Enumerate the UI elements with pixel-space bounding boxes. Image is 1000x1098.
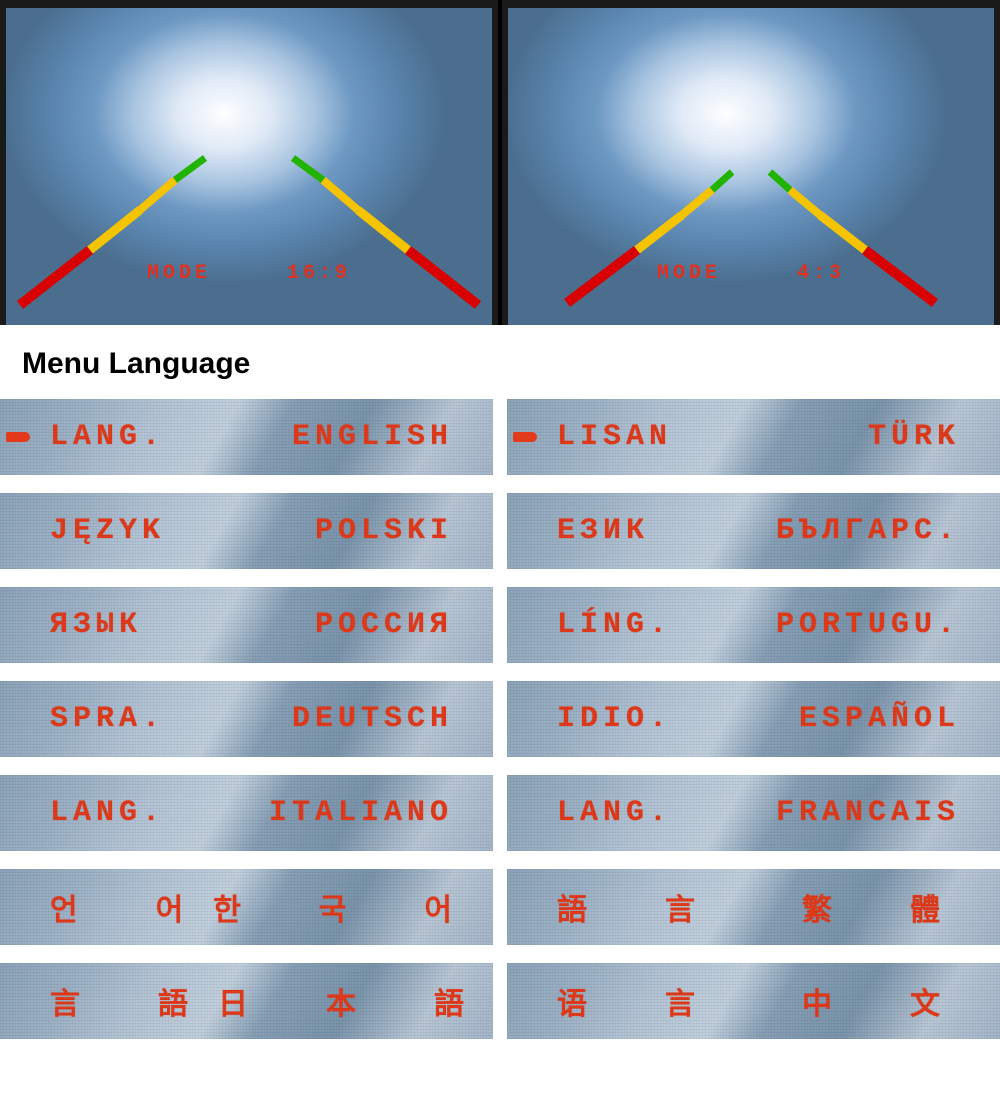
selection-indicator-icon (513, 432, 537, 442)
language-item[interactable]: SPRA. DEUTSCH (0, 681, 493, 757)
language-label: ЕЗИК (557, 514, 649, 548)
camera-screen-left: MODE 16:9 (0, 0, 498, 325)
language-value: FRANCAIS (776, 796, 960, 830)
language-item[interactable]: LÍNG. PORTUGU. (507, 587, 1000, 663)
language-item[interactable]: JĘZYK POLSKI (0, 493, 493, 569)
language-item[interactable]: 語 言繁 體 (507, 869, 1000, 945)
camera-screens-row: MODE 16:9 MODE 4:3 (0, 0, 1000, 325)
language-value: ESPAÑOL (799, 702, 960, 736)
language-item[interactable]: LANG. FRANCAIS (507, 775, 1000, 851)
language-item[interactable]: IDIO. ESPAÑOL (507, 681, 1000, 757)
language-value: 繁 體 (802, 885, 970, 930)
language-value: 中 文 (802, 979, 970, 1024)
language-value: 日 本 語 (218, 979, 493, 1024)
language-item[interactable]: ЯЗЫК РОССИЯ (0, 587, 493, 663)
osd-mode-left: MODE 16:9 (0, 262, 498, 285)
language-label: 語 言 (557, 885, 725, 930)
language-label: SPRA. (50, 702, 165, 736)
language-label: LÍNG. (557, 608, 672, 642)
language-value: PORTUGU. (776, 608, 960, 642)
language-grid: LANG. ENGLISH LISAN TÜRK JĘZYK POLSKI ЕЗИК БЪЛГ… (0, 399, 1000, 1039)
language-label: LANG. (557, 796, 672, 830)
aspect-ratio: 16:9 (287, 262, 351, 285)
language-item[interactable]: LANG. ITALIANO (0, 775, 493, 851)
language-label: LANG. (50, 420, 165, 454)
language-item[interactable]: 言 語日 本 語 (0, 963, 493, 1039)
language-value: POLSKI (315, 514, 453, 548)
language-label: LANG. (50, 796, 165, 830)
selection-indicator-icon (6, 432, 30, 442)
language-label: 언 어 (50, 885, 213, 930)
language-value: БЪЛГАРС. (776, 514, 960, 548)
language-label: 言 語 (50, 979, 218, 1024)
language-label: 语 言 (557, 979, 725, 1024)
language-item[interactable]: LANG. ENGLISH (0, 399, 493, 475)
language-item[interactable]: 语 言中 文 (507, 963, 1000, 1039)
language-value: DEUTSCH (292, 702, 453, 736)
camera-screen-right: MODE 4:3 (502, 0, 1000, 325)
mode-label: MODE (147, 262, 211, 285)
language-value: ITALIANO (269, 796, 453, 830)
osd-mode-right: MODE 4:3 (502, 262, 1000, 285)
language-value: 한 국 어 (213, 885, 482, 930)
mode-label: MODE (657, 262, 721, 285)
language-label: LISAN (557, 420, 672, 454)
language-label: JĘZYK (50, 514, 165, 548)
language-value: TÜRK (868, 420, 960, 454)
section-heading: Menu Language (0, 325, 1000, 399)
language-value: РОССИЯ (315, 608, 453, 642)
aspect-ratio: 4:3 (797, 262, 845, 285)
language-item[interactable]: 언 어한 국 어 (0, 869, 493, 945)
language-item[interactable]: ЕЗИК БЪЛГАРС. (507, 493, 1000, 569)
language-value: ENGLISH (292, 420, 453, 454)
language-label: ЯЗЫК (50, 608, 142, 642)
language-label: IDIO. (557, 702, 672, 736)
language-item[interactable]: LISAN TÜRK (507, 399, 1000, 475)
